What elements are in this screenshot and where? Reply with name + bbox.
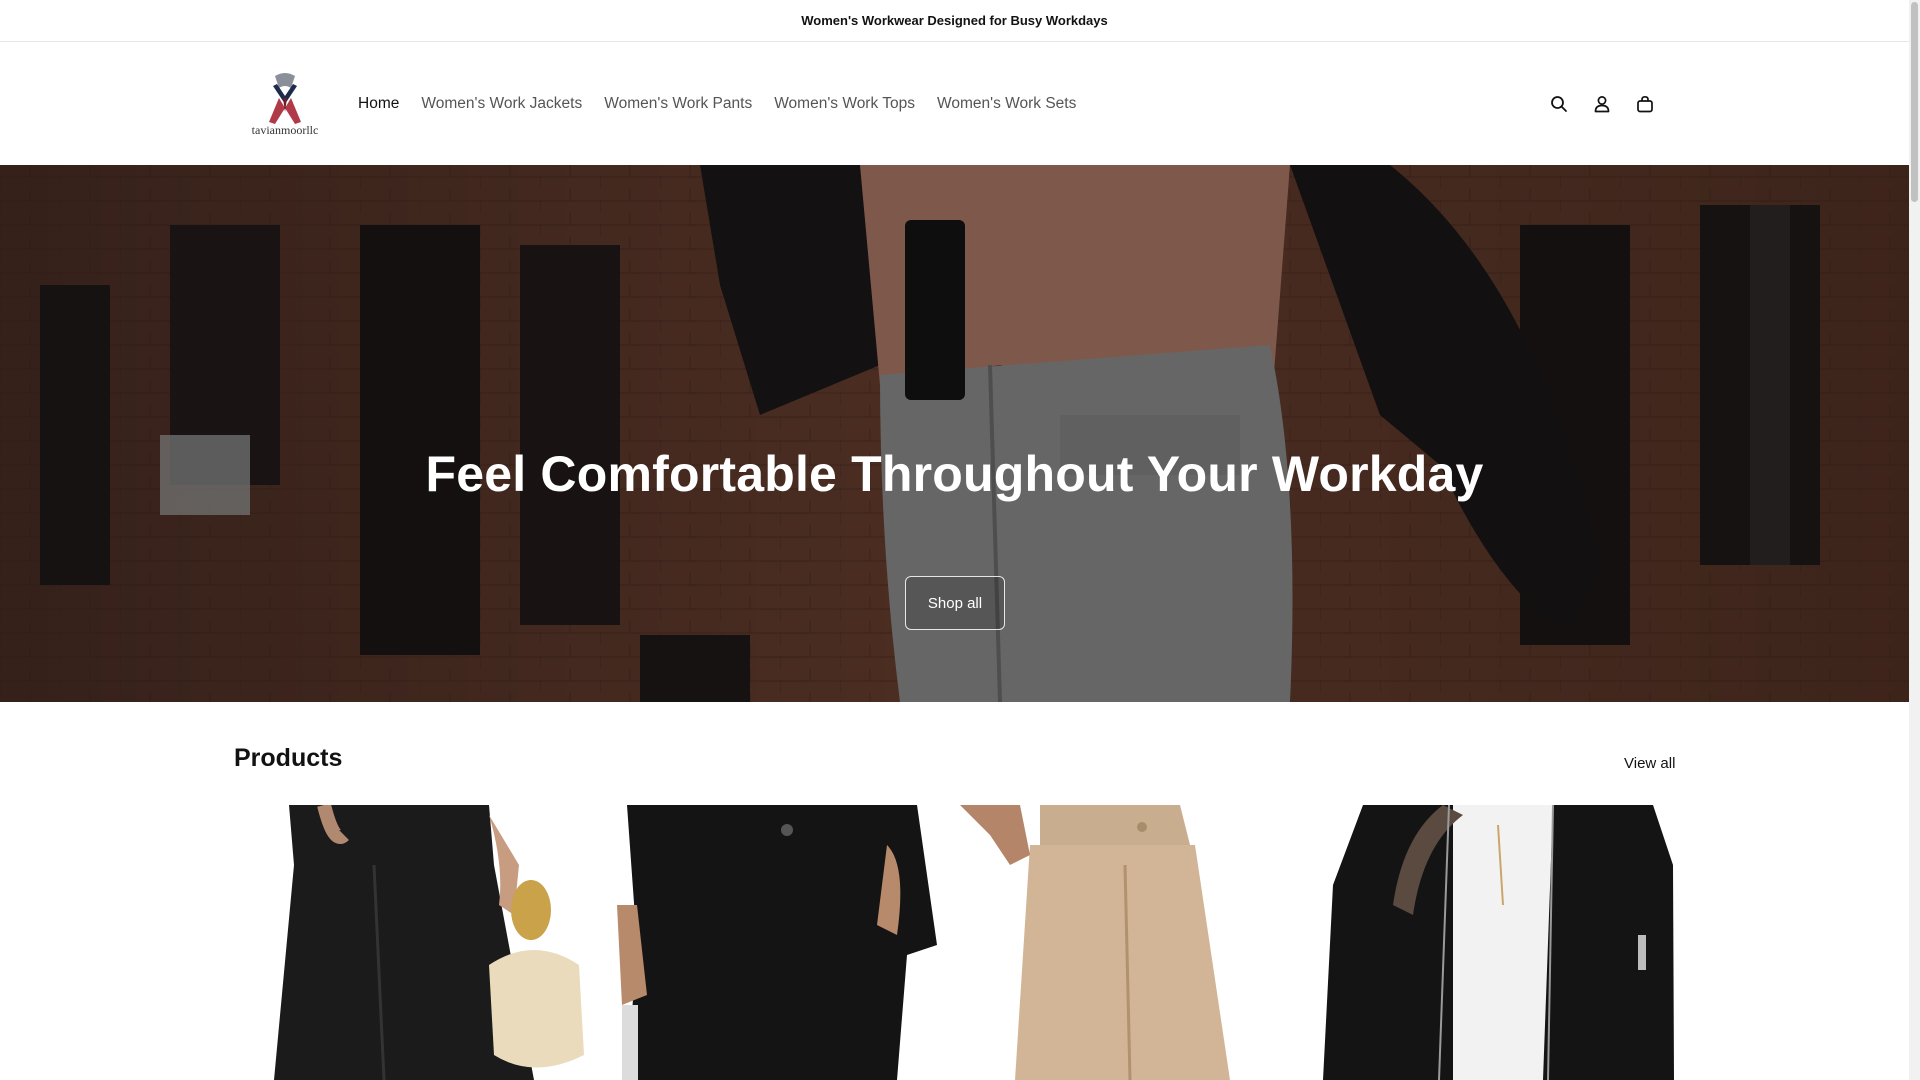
product-card[interactable] — [1323, 805, 1674, 1080]
product-card[interactable] — [234, 805, 585, 1080]
product-image-black-bomber-jacket — [1323, 805, 1674, 1080]
hero-title: Feel Comfortable Throughout Your Workday — [425, 446, 1484, 502]
product-image-black-pants — [234, 805, 585, 1080]
logo-text: tavianmoorllc — [251, 123, 319, 137]
nav-home[interactable]: Home — [347, 95, 410, 113]
product-card[interactable] — [960, 805, 1311, 1080]
nav-womens-work-sets[interactable]: Women's Work Sets — [926, 95, 1087, 113]
nav-womens-work-pants[interactable]: Women's Work Pants — [593, 95, 763, 113]
product-card[interactable] — [597, 805, 948, 1080]
product-image-beige-set — [960, 805, 1311, 1080]
search-icon[interactable] — [1548, 93, 1570, 115]
products-heading: Products — [234, 744, 343, 772]
site-header: tavianmoorllc Home Women's Work Jackets … — [0, 43, 1909, 164]
page-scrollbar[interactable] — [1909, 0, 1920, 1080]
account-icon[interactable] — [1591, 93, 1613, 115]
announcement-text: Women's Workwear Designed for Busy Workd… — [801, 13, 1108, 28]
product-image-black-set — [597, 805, 948, 1080]
nav-womens-work-tops[interactable]: Women's Work Tops — [763, 95, 926, 113]
product-grid — [234, 805, 1675, 1080]
header-icons — [1548, 43, 1656, 164]
main-nav: Home Women's Work Jackets Women's Work P… — [347, 43, 1087, 164]
page: Women's Workwear Designed for Busy Workd… — [0, 0, 1920, 1080]
store-logo[interactable]: tavianmoorllc — [245, 68, 325, 143]
nav-womens-work-jackets[interactable]: Women's Work Jackets — [410, 95, 593, 113]
logo-mark-icon — [269, 73, 301, 124]
view-all-link[interactable]: View all — [1624, 755, 1675, 772]
shop-all-button[interactable]: Shop all — [905, 576, 1005, 630]
hero-banner: Feel Comfortable Throughout Your Workday… — [0, 165, 1909, 702]
cart-icon[interactable] — [1634, 93, 1656, 115]
announcement-bar: Women's Workwear Designed for Busy Workd… — [0, 0, 1909, 42]
scrollbar-thumb[interactable] — [1911, 2, 1918, 202]
